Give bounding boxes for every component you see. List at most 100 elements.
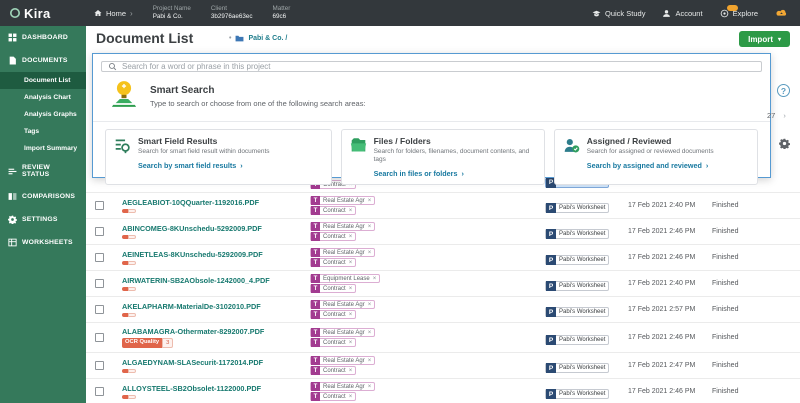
document-link[interactable]: ALABAMAGRA-Othermater-8292007.PDF (122, 327, 310, 336)
page-title: Document List (96, 30, 193, 46)
help-icon[interactable]: ? (777, 84, 790, 97)
account-button[interactable]: Account (662, 9, 702, 18)
row-checkbox[interactable] (95, 305, 104, 314)
remove-tag-icon[interactable]: × (368, 358, 375, 364)
sidebar-item-analysis-chart[interactable]: Analysis Chart (0, 89, 86, 106)
import-button[interactable]: Import ▾ (739, 31, 790, 47)
table-row: AEINETLEAS-8KUnschedu-5292009.PDF T Real… (86, 245, 800, 271)
search-area-link[interactable]: Search in files or folders › (374, 169, 536, 178)
row-checkbox[interactable] (95, 333, 104, 342)
tag-chip[interactable]: T Real Estate Agr × (310, 382, 375, 391)
breadcrumb[interactable]: • Pabi & Co. / (229, 35, 287, 42)
remove-tag-icon[interactable]: × (349, 208, 356, 214)
tag-chip[interactable]: T Real Estate Agr × (310, 248, 375, 257)
tag-chip[interactable]: T Real Estate Agr × (310, 222, 375, 231)
client-info: Client 3b2976ae63ec (211, 5, 253, 21)
row-checkbox[interactable] (95, 227, 104, 236)
row-checkbox[interactable] (95, 253, 104, 262)
tag-chip[interactable]: T Contract × (310, 232, 356, 241)
sidebar-item-comparisons[interactable]: COMPARISONS (0, 185, 86, 208)
remove-tag-icon[interactable]: × (349, 234, 356, 240)
tag-chip[interactable]: T Contract × (310, 310, 356, 319)
remove-tag-icon[interactable]: × (349, 312, 356, 318)
sidebar-item-review-status[interactable]: REVIEW STATUS (0, 157, 86, 185)
tag-icon: T (311, 258, 320, 267)
remove-tag-icon[interactable]: × (368, 198, 375, 204)
worksheet-badge[interactable]: P Pabi's Worksheet (545, 281, 609, 291)
worksheet-badge[interactable]: P Pabi's Worksheet (545, 363, 609, 373)
tag-chip[interactable]: T Contract × (310, 284, 356, 293)
home-link[interactable]: Home › (94, 9, 133, 18)
remove-tag-icon[interactable]: × (368, 250, 375, 256)
worksheet-badge[interactable]: P Pabi's Worksheet (545, 203, 609, 213)
explore-button[interactable]: Explore (720, 9, 758, 18)
sidebar-item-dashboard[interactable]: DASHBOARD (0, 26, 86, 49)
search-bar[interactable] (101, 61, 762, 72)
tag-icon: T (311, 274, 320, 283)
remove-tag-icon[interactable]: × (349, 286, 356, 292)
row-checkbox[interactable] (95, 279, 104, 288)
row-checkbox[interactable] (95, 387, 104, 396)
document-link[interactable]: ALLOYSTEEL-SB2Obsolet-1122000.PDF (122, 384, 310, 393)
remove-tag-icon[interactable]: × (349, 340, 356, 346)
sidebar-item-documents[interactable]: DOCUMENTS (0, 49, 86, 72)
tags-cell: T Real Estate Agr × T Contract × (310, 328, 545, 347)
search-card-smart-field-results[interactable]: Smart Field Results Search for smart fie… (105, 129, 332, 185)
pagination[interactable]: 27 › (767, 111, 786, 120)
quick-study-button[interactable]: Quick Study (592, 9, 645, 18)
remove-tag-icon[interactable]: × (368, 302, 375, 308)
bullet-separator: • (229, 35, 231, 42)
search-card-files-folders[interactable]: Files / Folders Search for folders, file… (341, 129, 545, 185)
remove-tag-icon[interactable]: × (368, 224, 375, 230)
remove-tag-icon[interactable]: × (349, 260, 356, 266)
row-checkbox[interactable] (95, 201, 104, 210)
tag-chip[interactable]: T Contract × (310, 258, 356, 267)
sidebar-item-tags[interactable]: Tags (0, 123, 86, 140)
tag-chip[interactable]: T Real Estate Agr × (310, 356, 375, 365)
tag-chip[interactable]: T Contract × (310, 392, 356, 401)
folder-green-icon (350, 137, 367, 178)
document-link[interactable]: AEGLEABIOT-10QQuarter-1192016.PDF (122, 198, 310, 207)
next-page-icon[interactable]: › (783, 111, 786, 120)
tag-chip[interactable]: T Contract × (310, 366, 356, 375)
document-link[interactable]: ALGAEDYNAM-SLASecurit-1172014.PDF (122, 358, 310, 367)
sidebar-item-worksheets[interactable]: WORKSHEETS (0, 231, 86, 254)
row-checkbox[interactable] (95, 361, 104, 370)
kira-logo[interactable]: Kira (0, 6, 86, 21)
tag-chip[interactable]: T Contract × (310, 206, 356, 215)
tag-chip[interactable]: T Equipment Lease × (310, 274, 380, 283)
remove-tag-icon[interactable]: × (349, 368, 356, 374)
sidebar-item-analysis-graphs[interactable]: Analysis Graphs (0, 106, 86, 123)
sidebar-item-import-summary[interactable]: Import Summary (0, 140, 86, 157)
document-link[interactable]: ABINCOMEG-8KUnschedu-5292009.PDF (122, 224, 310, 233)
remove-tag-icon[interactable]: × (373, 276, 380, 282)
document-link[interactable]: AIRWATERIN-SB2AObsole-1242000_4.PDF (122, 276, 310, 285)
ocr-quality-badge (122, 313, 136, 317)
tag-chip[interactable]: T Real Estate Agr × (310, 328, 375, 337)
import-date: 17 Feb 2021 2:46 PM (628, 254, 712, 261)
tag-chip[interactable]: T Real Estate Agr × (310, 300, 375, 309)
search-area-link[interactable]: Search by assigned and reviewed › (587, 161, 714, 170)
worksheet-badge[interactable]: P Pabi's Worksheet (545, 255, 609, 265)
document-link[interactable]: AEINETLEAS-8KUnschedu-5292009.PDF (122, 250, 310, 259)
status-text: Finished (712, 362, 800, 369)
worksheet-badge[interactable]: P Pabi's Worksheet (545, 307, 609, 317)
remove-tag-icon[interactable]: × (349, 394, 356, 400)
tag-chip[interactable]: T Contract × (310, 338, 356, 347)
tag-chip[interactable]: T Real Estate Agr × (310, 196, 375, 205)
import-date: 17 Feb 2021 2:57 PM (628, 306, 712, 313)
sidebar-item-settings[interactable]: SETTINGS (0, 208, 86, 231)
remove-tag-icon[interactable]: × (368, 384, 375, 390)
worksheet-badge[interactable]: P Pabi's Worksheet (545, 229, 609, 239)
document-link[interactable]: AKELAPHARM-MaterialDe-3102010.PDF (122, 302, 310, 311)
cloud-upload-icon[interactable] (775, 8, 788, 18)
search-input[interactable] (122, 62, 755, 71)
tag-icon: T (311, 328, 320, 337)
search-area-link[interactable]: Search by smart field results › (138, 161, 270, 170)
worksheet-badge[interactable]: P Pabi's Worksheet (545, 335, 609, 345)
search-card-assigned-reviewed[interactable]: Assigned / Reviewed Search for assigned … (554, 129, 758, 185)
remove-tag-icon[interactable]: × (368, 330, 375, 336)
worksheet-badge[interactable]: P Pabi's Worksheet (545, 389, 609, 399)
table-settings-gear-icon[interactable] (779, 136, 790, 154)
sidebar-item-document-list[interactable]: Document List (0, 72, 86, 89)
